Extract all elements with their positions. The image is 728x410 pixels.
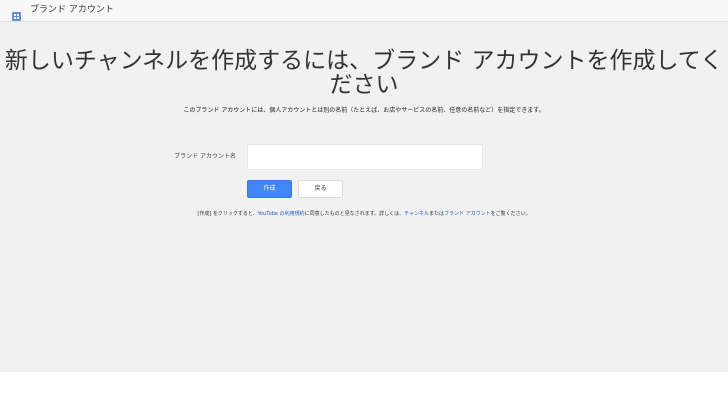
- create-button[interactable]: 作成: [247, 180, 292, 198]
- brand-account-icon: [12, 6, 21, 21]
- page-title: 新しいチャンネルを作成するには、ブランド アカウントを作成してください: [4, 48, 724, 98]
- brand-account-name-label: ブランド アカウント名: [174, 153, 236, 160]
- terms-text-3: または: [428, 211, 444, 217]
- page-description: このブランド アカウントには、個人アカウントとは別の名前（たとえば、お店やサービ…: [183, 107, 545, 114]
- terms-text-2: に同意したものと見なされます。詳しくは、: [304, 211, 405, 217]
- brand-account-help-link[interactable]: ブランド アカウント: [444, 211, 491, 217]
- back-button[interactable]: 戻る: [298, 180, 343, 198]
- app-page: ブランド アカウント 新しいチャンネルを作成するには、ブランド アカウントを作成…: [0, 0, 728, 372]
- top-bar: ブランド アカウント: [0, 0, 728, 22]
- terms-of-service-link[interactable]: YouTube の利用規約: [258, 211, 305, 217]
- channel-help-link[interactable]: チャンネル: [404, 211, 429, 217]
- terms-text-4: をご覧ください。: [490, 211, 531, 217]
- terms-notice: [作成] をクリックすると、YouTube の利用規約に同意したものと見なされま…: [0, 210, 728, 218]
- app-title: ブランド アカウント: [30, 5, 114, 15]
- terms-text-1: [作成] をクリックすると、: [197, 211, 258, 217]
- brand-account-name-input[interactable]: [247, 144, 483, 170]
